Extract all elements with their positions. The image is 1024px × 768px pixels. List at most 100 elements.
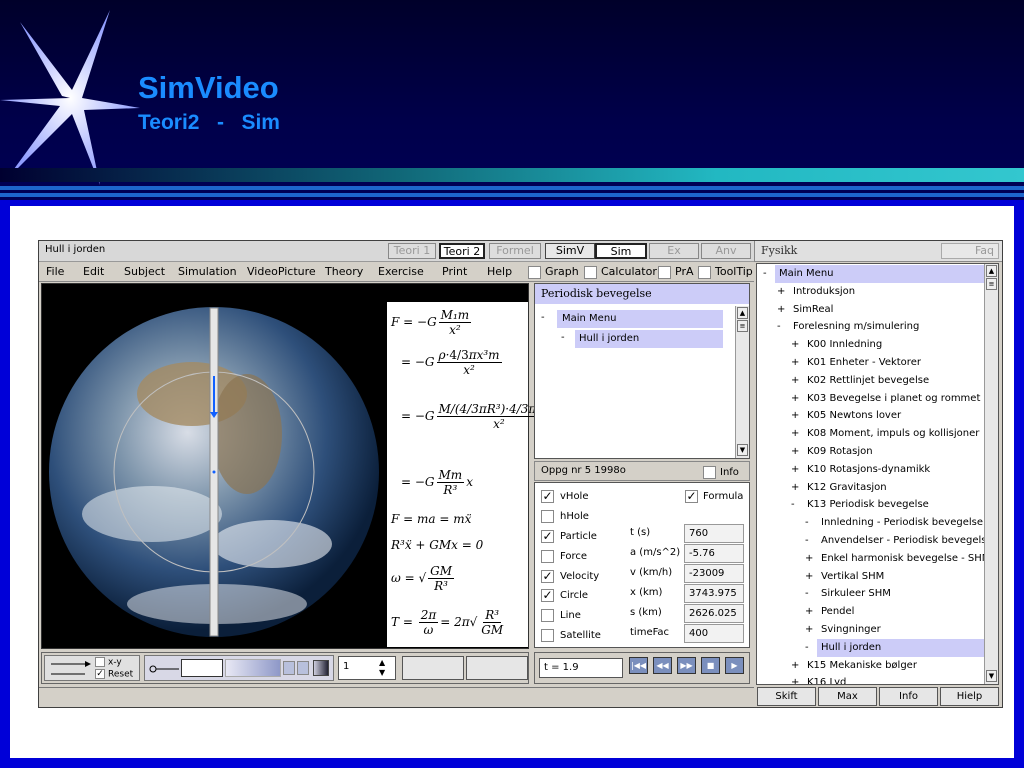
check-velocity[interactable]: ✓ Velocity [541, 569, 599, 583]
tree-expander[interactable]: + [791, 461, 799, 479]
check-circle[interactable]: ✓ Circle [541, 588, 588, 602]
tree-item[interactable]: + Svingninger [757, 621, 985, 639]
scroll-thumb[interactable]: ≡ [737, 320, 748, 332]
scroll-down-arrow-icon[interactable]: ▼ [737, 444, 748, 456]
slider-step[interactable] [283, 661, 295, 675]
tree-item[interactable]: - Anvendelser - Periodisk bevegelse [757, 532, 985, 550]
max-button[interactable]: Max [818, 687, 877, 706]
tree-expander[interactable]: + [805, 550, 813, 568]
tree-item[interactable]: + K09 Rotasjon [757, 443, 985, 461]
graph-toggle[interactable]: Graph [528, 265, 579, 279]
tree-expander[interactable]: - [763, 265, 767, 283]
check-line[interactable]: Line [541, 608, 581, 622]
menu-simulation[interactable]: Simulation [178, 265, 237, 278]
tree-expander[interactable]: - [541, 312, 545, 323]
fast-forward-icon[interactable]: ▶▶ [677, 657, 696, 674]
tree-item[interactable]: + K03 Bevegelse i planet og rommet [757, 390, 985, 408]
tree-item[interactable]: + K15 Mekaniske bølger [757, 657, 985, 675]
tree-expander[interactable]: - [805, 585, 809, 603]
rewind-icon[interactable]: ◀◀ [653, 657, 672, 674]
tree-item[interactable]: + Vertikal SHM [757, 568, 985, 586]
spinner-down-icon[interactable]: ▼ [379, 668, 385, 677]
tree-item[interactable]: + K01 Enheter - Vektorer [757, 354, 985, 372]
hjelp-button[interactable]: Hielp [940, 687, 999, 706]
tab-teori2[interactable]: Teori 2 [439, 243, 485, 259]
tree-expander[interactable]: + [777, 301, 785, 319]
check-hhole[interactable]: hHole [541, 509, 589, 523]
tree-item[interactable]: + K02 Rettlinjet bevegelse [757, 372, 985, 390]
tree-item[interactable]: - Sirkuleer SHM [757, 585, 985, 603]
skift-button[interactable]: Skift [757, 687, 816, 706]
tree-expander[interactable]: + [791, 443, 799, 461]
tree-expander[interactable]: + [791, 657, 799, 675]
fysikk-scrollbar[interactable]: ▲ ≡ ▼ [984, 264, 998, 684]
tree-expander[interactable]: + [791, 479, 799, 497]
simulation-view[interactable]: F = −G M₁m x² = −G ρ·4/3πx³m x² = −G M/(4/3πR… [41, 283, 562, 649]
pra-toggle[interactable]: PrA [658, 265, 694, 279]
tree-expander[interactable]: - [805, 639, 809, 657]
tree-item[interactable]: - Main Menu [757, 265, 985, 283]
tree-item[interactable]: + Enkel harmonisk bevegelse - SHM [757, 550, 985, 568]
tree-item[interactable]: + K10 Rotasjons-dynamikk [757, 461, 985, 479]
faq-button[interactable]: Faq [941, 243, 999, 259]
slider-step[interactable] [297, 661, 309, 675]
tree-item[interactable]: + K00 Innledning [757, 336, 985, 354]
tree-expander[interactable]: + [777, 283, 785, 301]
skip-back-icon[interactable]: |◀◀ [629, 657, 648, 674]
slider-track[interactable] [181, 659, 223, 677]
tab-sim[interactable]: Sim [595, 243, 647, 259]
tooltip-toggle[interactable]: ToolTip [698, 265, 753, 279]
tree-expander[interactable]: - [561, 332, 565, 343]
menu-edit[interactable]: Edit [83, 265, 104, 278]
tab-formel[interactable]: Formel [489, 243, 541, 259]
tree-item[interactable]: + K16 Lyd [757, 674, 985, 684]
tree-item[interactable]: - Innledning - Periodisk bevegelse [757, 514, 985, 532]
tab-simv[interactable]: SimV [545, 243, 595, 259]
tree-expander[interactable]: - [791, 496, 795, 514]
tree-item[interactable]: - K13 Periodisk bevegelse [757, 496, 985, 514]
tab-ex[interactable]: Ex [649, 243, 699, 259]
tree-expander[interactable]: + [791, 407, 799, 425]
check-satellite[interactable]: Satellite [541, 628, 601, 642]
tree-expander[interactable]: + [791, 354, 799, 372]
play-icon[interactable]: ▶ [725, 657, 744, 674]
menu-exercise[interactable]: Exercise [378, 265, 424, 278]
tree-item-hull-i-jorden[interactable]: Hull i jorden [575, 330, 723, 348]
menu-theory[interactable]: Theory [325, 265, 363, 278]
tree-item[interactable]: + Introduksjon [757, 283, 985, 301]
tree-expander[interactable]: + [791, 372, 799, 390]
reset-toggle[interactable]: ✓ Reset [95, 669, 133, 680]
tree-item[interactable]: + K05 Newtons lover [757, 407, 985, 425]
spinner-up-icon[interactable]: ▲ [379, 658, 385, 667]
tree-expander[interactable]: + [791, 336, 799, 354]
scroll-up-arrow-icon[interactable]: ▲ [986, 265, 997, 277]
tree-item[interactable]: - Forelesning m/simulering [757, 318, 985, 336]
tree-expander[interactable]: + [791, 390, 799, 408]
menu-subject[interactable]: Subject [124, 265, 165, 278]
info-toggle[interactable]: Info [703, 465, 739, 479]
tree-item[interactable]: + K12 Gravitasjon [757, 479, 985, 497]
tree-expander[interactable]: + [791, 674, 799, 684]
info-button[interactable]: Info [879, 687, 938, 706]
menu-videopicture[interactable]: VideoPicture [247, 265, 316, 278]
menu-help[interactable]: Help [487, 265, 512, 278]
calculator-toggle[interactable]: Calculator [584, 265, 657, 279]
tree-item[interactable]: - Hull i jorden [757, 638, 985, 657]
tree-expander[interactable]: - [805, 532, 809, 550]
formula-toggle[interactable]: ✓ Formula [685, 489, 743, 503]
check-force[interactable]: Force [541, 549, 587, 563]
tree-expander[interactable]: + [805, 621, 813, 639]
scroll-thumb[interactable]: ≡ [986, 278, 997, 290]
timefac-input[interactable]: 400 [684, 624, 744, 643]
topic-scrollbar[interactable]: ▲ ≡ ▼ [735, 306, 749, 458]
step-spinner[interactable]: 1 ▲ ▼ [338, 656, 396, 680]
slider-end[interactable] [313, 660, 329, 676]
tree-item[interactable]: + Pendel [757, 603, 985, 621]
check-particle[interactable]: ✓ Particle [541, 529, 597, 543]
tree-expander[interactable]: + [805, 603, 813, 621]
zoom-slider[interactable] [144, 655, 334, 681]
scroll-down-arrow-icon[interactable]: ▼ [986, 670, 997, 682]
tree-expander[interactable]: + [791, 425, 799, 443]
field-blank[interactable] [466, 656, 528, 680]
tree-item[interactable]: + SimReal [757, 301, 985, 319]
